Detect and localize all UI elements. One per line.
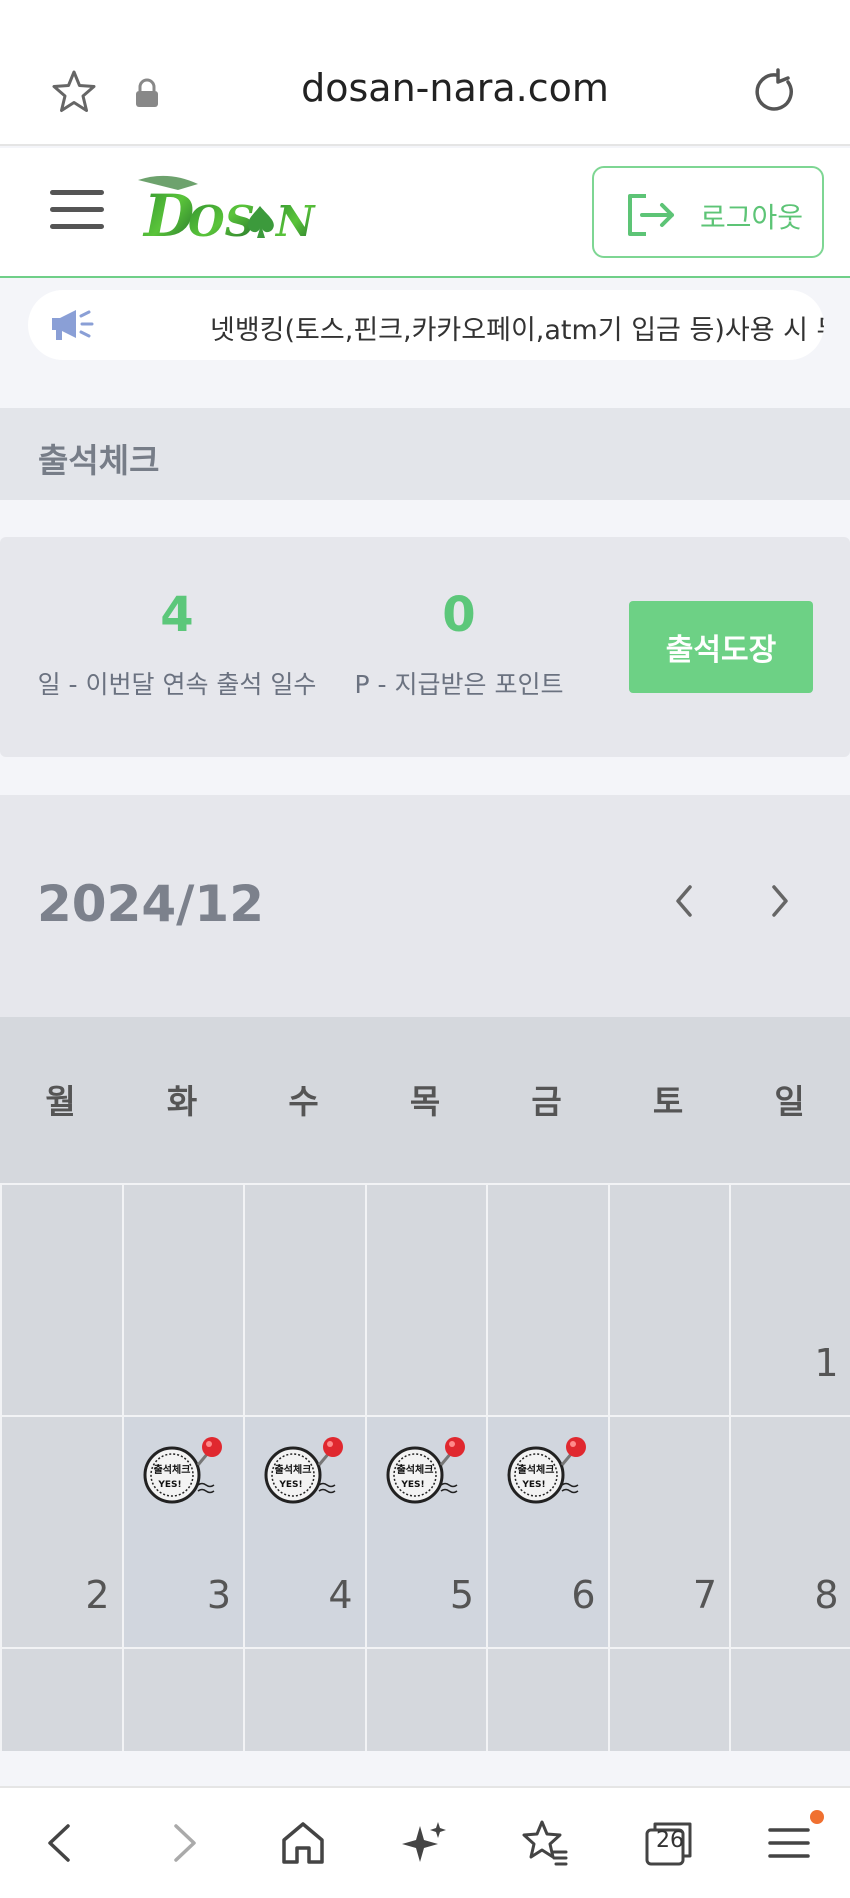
url-text[interactable]: dosan-nara.com — [180, 66, 730, 110]
stamp-top-text: 출석체크 — [396, 1463, 433, 1476]
lock-icon — [136, 78, 158, 107]
attendance-stamp-icon: 출석체크 YES! — [386, 1437, 465, 1504]
chevron-left-icon[interactable] — [668, 881, 702, 921]
attendance-stamp-icon: 출석체크 YES! — [264, 1437, 343, 1504]
streak-value: 4 — [160, 587, 194, 643]
notice-text: 넷뱅킹(토스,핀크,카카오페이,atm기 입금 등)사용 시 무조건 — [210, 315, 824, 346]
dosan-logo[interactable]: D OS N — [138, 170, 323, 250]
month-label: 2024/12 — [37, 875, 265, 933]
calendar-day-cell[interactable] — [0, 1647, 122, 1751]
calendar-day-cell[interactable] — [121, 1183, 243, 1415]
star-icon[interactable] — [50, 68, 98, 116]
weekday-label: 월 — [45, 1082, 76, 1121]
calendar-day-cell[interactable] — [243, 1183, 365, 1415]
menu-icon[interactable] — [764, 1818, 814, 1868]
attendance-stamp-icon: 출석체크 YES! — [143, 1437, 222, 1504]
weekday-label: 일 — [774, 1082, 805, 1121]
day-number: 4 — [328, 1573, 353, 1617]
stamp-bottom-text: YES! — [521, 1480, 545, 1490]
calendar-day-cell[interactable] — [0, 1183, 122, 1415]
calendar-day-cell[interactable]: 출석체크 YES! 3 — [121, 1415, 243, 1647]
browser-address-bar: dosan-nara.com — [0, 0, 850, 146]
reload-icon[interactable] — [750, 68, 798, 116]
weekday-label: 수 — [288, 1082, 319, 1121]
stamp-top-text: 출석체크 — [275, 1463, 312, 1476]
logout-label: 로그아웃 — [700, 201, 804, 234]
notification-dot — [810, 1810, 824, 1824]
day-number: 8 — [814, 1573, 839, 1617]
calendar-day-cell[interactable] — [607, 1183, 729, 1415]
calendar-day-cell[interactable]: 1 — [729, 1183, 850, 1415]
calendar-day-cell[interactable] — [607, 1647, 729, 1751]
logout-button[interactable]: 로그아웃 — [592, 166, 824, 258]
weekday-label: 토 — [652, 1082, 684, 1121]
day-number: 2 — [85, 1573, 110, 1617]
month-navigation: 2024/12 — [0, 795, 850, 1017]
svg-text:D: D — [142, 182, 194, 250]
calendar-day-cell[interactable] — [243, 1647, 365, 1751]
stamp-bottom-text: YES! — [400, 1480, 424, 1490]
calendar-day-cell[interactable]: 출석체크 YES! 5 — [364, 1415, 486, 1647]
attend-stamp-button[interactable]: 출석도장 — [629, 601, 813, 693]
calendar-day-cell[interactable] — [486, 1183, 608, 1415]
page-title-bar: 출석체크 — [0, 408, 850, 500]
calendar-day-cell[interactable]: 출석체크 YES! 6 — [486, 1415, 608, 1647]
stamp-bottom-text: YES! — [278, 1480, 302, 1490]
browser-toolbar: 26 — [0, 1786, 850, 1898]
sparkle-icon[interactable] — [400, 1818, 450, 1868]
megaphone-icon — [52, 310, 94, 340]
calendar-day-cell[interactable] — [729, 1647, 850, 1751]
weekday-label: 목 — [409, 1082, 441, 1121]
points-caption: P - 지급받은 포인트 — [354, 670, 564, 699]
day-number: 5 — [449, 1573, 474, 1617]
day-number: 6 — [571, 1573, 596, 1617]
calendar-day-cell[interactable]: 8 — [729, 1415, 850, 1647]
stamp-top-text: 출석체크 — [153, 1463, 190, 1476]
chevron-right-icon[interactable] — [762, 881, 796, 921]
points-value: 0 — [442, 587, 476, 643]
streak-caption: 일 - 이번달 연속 출석 일수 — [37, 670, 317, 699]
points-stat: 0 P - 지급받은 포인트 — [352, 587, 566, 701]
svg-text:OS: OS — [188, 197, 255, 246]
calendar-grid: 1 2 출석체크 YES! 3 출석체크 YES! 4 출석체크 YES! 5 출석체크 YES! 6 7 8 — [0, 1183, 850, 1751]
page-title: 출석체크 — [38, 441, 160, 480]
stamp-bottom-text: YES! — [157, 1480, 181, 1490]
svg-text:N: N — [274, 197, 316, 246]
calendar-day-cell[interactable] — [121, 1647, 243, 1751]
stamp-top-text: 출석체크 — [518, 1463, 555, 1476]
day-number: 1 — [814, 1341, 839, 1385]
hamburger-menu-icon[interactable] — [50, 190, 104, 230]
forward-icon[interactable] — [158, 1818, 208, 1868]
day-number: 7 — [692, 1573, 717, 1617]
weekday-label: 화 — [166, 1082, 198, 1121]
attendance-stamp-icon: 출석체크 YES! — [507, 1437, 586, 1504]
calendar-day-cell[interactable] — [486, 1647, 608, 1751]
weekday-label: 금 — [531, 1082, 562, 1121]
calendar-day-cell[interactable] — [364, 1647, 486, 1751]
calendar-day-cell[interactable]: 2 — [0, 1415, 122, 1647]
attendance-stats: 4 일 - 이번달 연속 출석 일수 0 P - 지급받은 포인트 출석도장 — [0, 537, 850, 757]
notice-ticker[interactable]: 넷뱅킹(토스,핀크,카카오페이,atm기 입금 등)사용 시 무조건 — [28, 290, 824, 360]
calendar-day-cell[interactable]: 출석체크 YES! 4 — [243, 1415, 365, 1647]
logout-icon — [628, 194, 674, 236]
site-header: D OS N 로그아웃 — [0, 148, 850, 278]
calendar-day-cell[interactable]: 7 — [607, 1415, 729, 1647]
streak-stat: 4 일 - 이번달 연속 출석 일수 — [36, 587, 318, 701]
bookmarks-icon[interactable] — [520, 1818, 570, 1868]
calendar-day-cell[interactable] — [364, 1183, 486, 1415]
attendance-calendar: 월화수목금토일 1 2 출석체크 YES! 3 출석체크 YES! 4 출석체크 YES! 5 출석체… — [0, 1017, 850, 1751]
tabs-count: 26 — [656, 1828, 684, 1853]
home-icon[interactable] — [278, 1818, 328, 1868]
day-number: 3 — [206, 1573, 231, 1617]
back-icon[interactable] — [36, 1818, 86, 1868]
